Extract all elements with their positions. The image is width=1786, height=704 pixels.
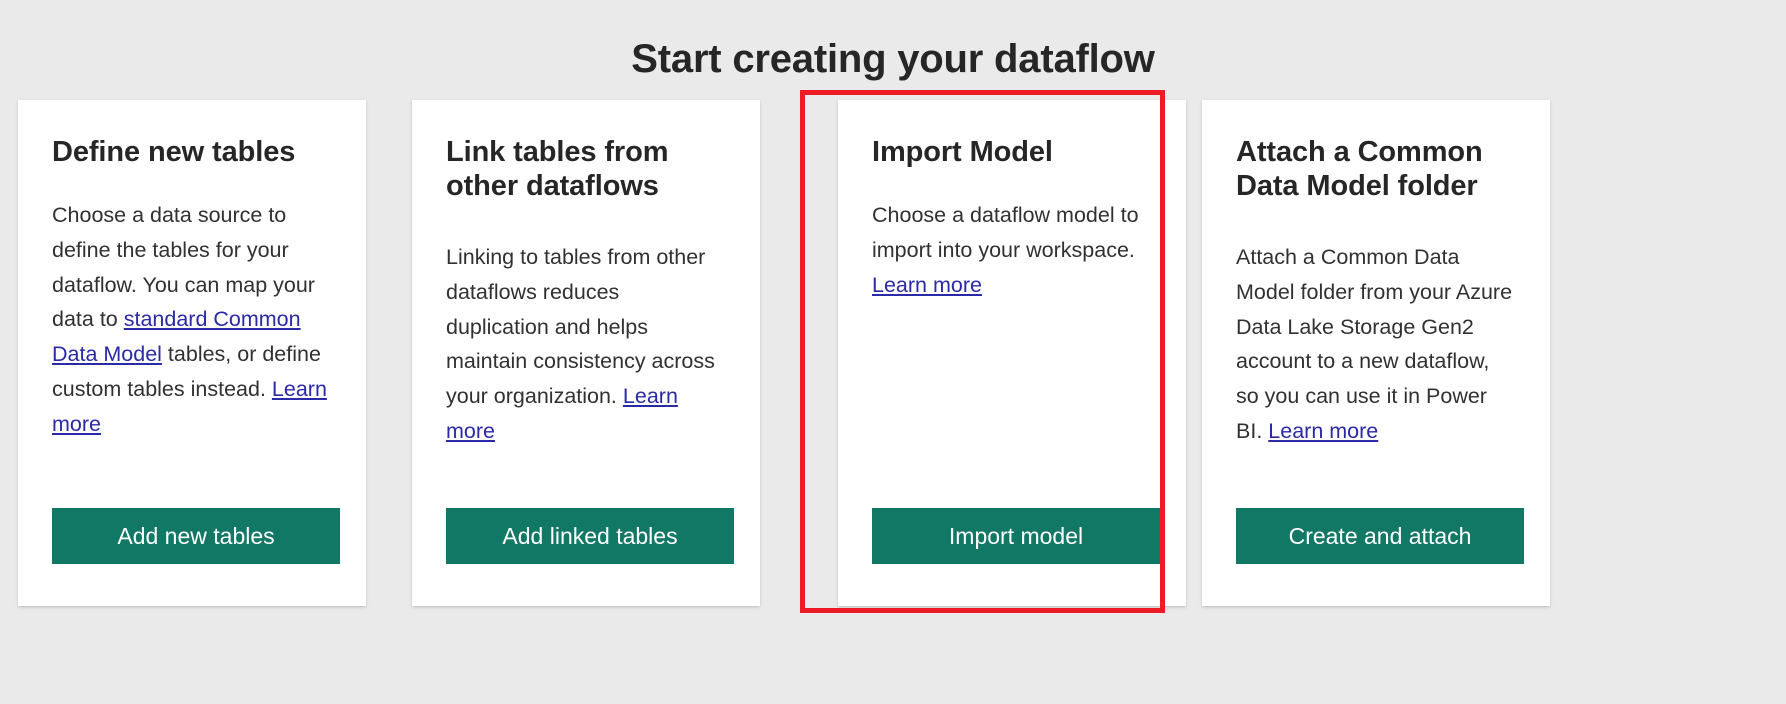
dataflow-option-cards: Define new tables Choose a data source t… [18,100,1768,608]
learn-more-link[interactable]: Learn more [1268,419,1378,443]
import-model-button[interactable]: Import model [872,508,1160,564]
card-description: Attach a Common Data Model folder from y… [1236,240,1516,449]
add-new-tables-button[interactable]: Add new tables [52,508,340,564]
card-description-text-1: Attach a Common Data Model folder from y… [1236,245,1513,444]
card-title: Import Model [872,136,1053,168]
card-content: Define new tables Choose a data source t… [52,100,340,606]
card-content: Link tables from other dataflows Linking… [446,100,734,606]
add-linked-tables-button[interactable]: Add linked tables [446,508,734,564]
card-description: Choose a dataflow model to import into y… [872,198,1152,302]
card-link-tables[interactable]: Link tables from other dataflows Linking… [412,100,760,606]
card-define-new-tables[interactable]: Define new tables Choose a data source t… [18,100,366,606]
card-description: Choose a data source to define the table… [52,198,332,442]
card-description: Linking to tables from other dataflows r… [446,240,726,449]
page-title: Start creating your dataflow [631,36,1155,81]
card-title: Define new tables [52,136,296,168]
card-description-text-1: Choose a dataflow model to import into y… [872,203,1139,262]
card-title: Link tables from other dataflows [446,136,669,202]
card-title: Attach a Common Data Model folder [1236,136,1483,202]
card-content: Import Model Choose a dataflow model to … [872,100,1160,606]
card-import-model[interactable]: Import Model Choose a dataflow model to … [838,100,1186,606]
card-attach-cdm-folder[interactable]: Attach a Common Data Model folder Attach… [1202,100,1550,606]
learn-more-link[interactable]: Learn more [872,273,982,297]
card-content: Attach a Common Data Model folder Attach… [1236,100,1524,606]
create-and-attach-button[interactable]: Create and attach [1236,508,1524,564]
